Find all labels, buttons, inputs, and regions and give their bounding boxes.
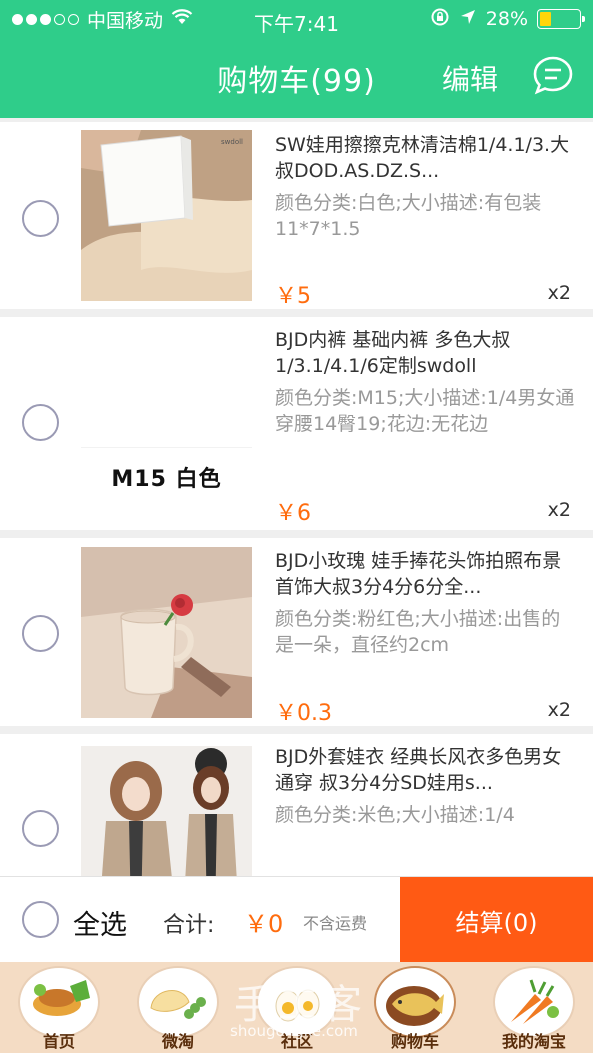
- tab-label: 购物车: [390, 1032, 439, 1051]
- message-bubble-icon[interactable]: [531, 54, 575, 98]
- carrier-label: 中国移动: [87, 9, 164, 32]
- product-quantity: x2: [547, 282, 571, 304]
- product-attributes: 颜色分类:白色;大小描述:有包装11*7*1.5: [275, 192, 542, 240]
- page-title: 购物车(99): [217, 64, 376, 99]
- item-checkbox[interactable]: [22, 615, 59, 652]
- product-attributes: 颜色分类:米色;大小描述:1/4: [275, 804, 515, 826]
- product-image[interactable]: swdoll: [81, 130, 252, 301]
- tab-community[interactable]: 社区: [238, 962, 356, 1053]
- select-all-checkbox[interactable]: [22, 901, 59, 938]
- tab-label: 微淘: [161, 1032, 194, 1051]
- product-attributes: 颜色分类:粉红色;大小描述:出售的是一朵，直径约2cm: [275, 608, 561, 656]
- product-quantity: x2: [547, 699, 571, 721]
- product-title[interactable]: BJD内裤 基础内裤 多色大叔1/3.1/4.1/6定制swdoll: [275, 327, 575, 379]
- product-attributes: 颜色分类:M15;大小描述:1/4男女通穿腰14臀19;花边:无花边: [275, 387, 575, 435]
- cart-list[interactable]: swdoll SW娃用擦擦克林清洁棉1/4.1/3.大叔DOD.AS.DZ.S.…: [0, 118, 593, 876]
- wifi-icon: [171, 8, 193, 30]
- cart-item[interactable]: BJD外套娃衣 经典长风衣多色男女通穿 叔3分4分SD娃用s... 颜色分类:米…: [0, 734, 593, 876]
- image-caption: M15 白色: [81, 448, 252, 506]
- tab-label: 社区: [280, 1032, 313, 1051]
- signal-strength-icon: [12, 13, 79, 25]
- total-amount: ￥0: [244, 910, 284, 938]
- product-price: ￥0.3: [275, 701, 332, 726]
- product-title[interactable]: SW娃用擦擦克林清洁棉1/4.1/3.大叔DOD.AS.DZ.S...: [275, 132, 575, 184]
- tab-home[interactable]: 首页: [0, 962, 118, 1053]
- shipping-note: 不含运费: [303, 914, 368, 933]
- item-checkbox[interactable]: [22, 404, 59, 441]
- tab-my-taobao[interactable]: 我的淘宝: [475, 962, 593, 1053]
- product-title[interactable]: BJD小玫瑰 娃手捧花头饰拍照布景首饰大叔3分4分6分全...: [275, 548, 575, 600]
- item-checkbox[interactable]: [22, 810, 59, 847]
- cart-item[interactable]: M15 白色 BJD内裤 基础内裤 多色大叔1/3.1/4.1/6定制swdol…: [0, 317, 593, 530]
- cart-item[interactable]: BJD小玫瑰 娃手捧花头饰拍照布景首饰大叔3分4分6分全... 颜色分类:粉红色…: [0, 538, 593, 726]
- settle-button[interactable]: 结算(0): [400, 877, 593, 963]
- tab-cart[interactable]: 购物车: [356, 962, 474, 1053]
- rotation-lock-icon: [430, 7, 450, 32]
- product-price: ￥5: [275, 284, 311, 309]
- edit-button[interactable]: 编辑: [442, 58, 498, 98]
- tab-label: 我的淘宝: [501, 1032, 566, 1051]
- item-checkbox[interactable]: [22, 200, 59, 237]
- product-image[interactable]: M15 白色: [81, 335, 252, 506]
- svg-text:swdoll: swdoll: [221, 138, 243, 146]
- battery-percent: 28%: [485, 8, 528, 30]
- location-arrow-icon: [459, 8, 477, 31]
- product-quantity: x2: [547, 499, 571, 521]
- checkout-bar: 全选 合计: ￥0 不含运费 结算(0): [0, 876, 593, 963]
- product-title[interactable]: BJD外套娃衣 经典长风衣多色男女通穿 叔3分4分SD娃用s...: [275, 744, 575, 796]
- cart-item[interactable]: swdoll SW娃用擦擦克林清洁棉1/4.1/3.大叔DOD.AS.DZ.S.…: [0, 122, 593, 309]
- tab-weitao[interactable]: 微淘: [119, 962, 237, 1053]
- tab-label: 首页: [42, 1032, 75, 1051]
- tab-bar: 首页 微淘 社区 购物车 我的淘宝: [0, 962, 593, 1053]
- product-image[interactable]: [81, 746, 252, 876]
- total-label: 合计:: [163, 913, 215, 938]
- status-bar: 中国移动 下午7:41 28%: [0, 0, 593, 38]
- top-bar: 中国移动 下午7:41 28% 购物车(99) 编辑: [0, 0, 593, 118]
- product-image[interactable]: [81, 547, 252, 718]
- select-all-label[interactable]: 全选: [73, 903, 127, 942]
- battery-icon: [537, 9, 585, 29]
- product-price: ￥6: [275, 501, 311, 526]
- nav-bar: 购物车(99) 编辑: [0, 38, 593, 118]
